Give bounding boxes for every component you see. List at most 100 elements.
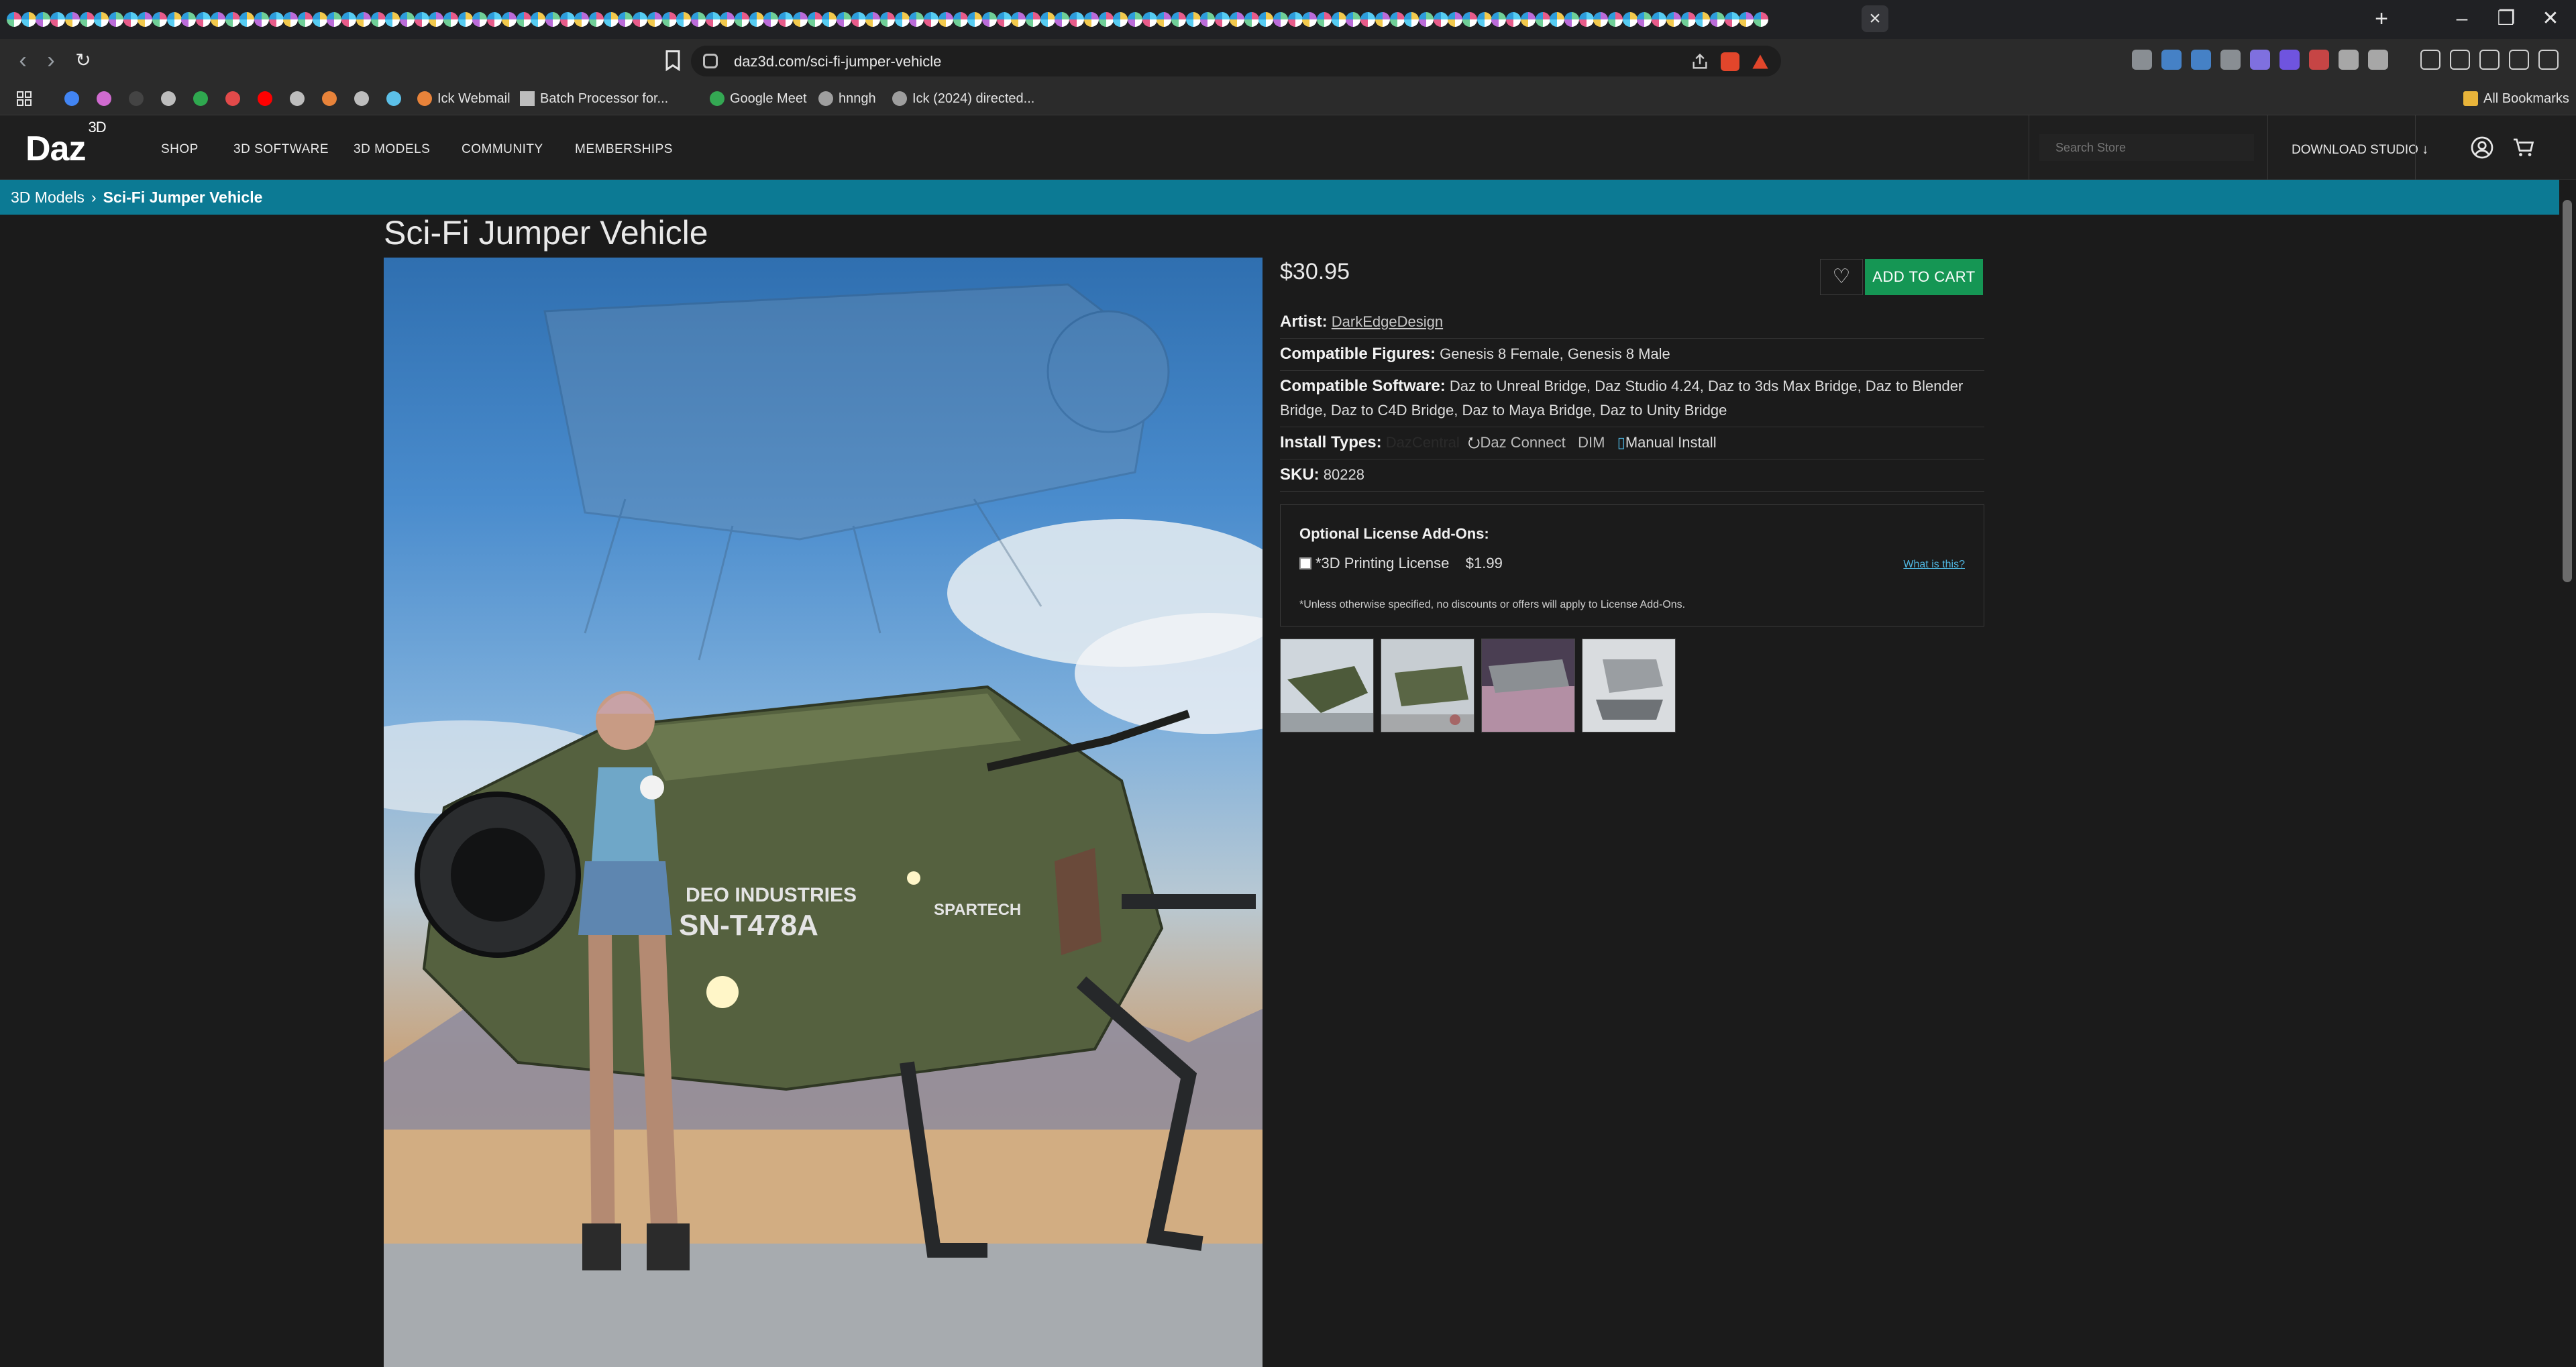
nav-shop[interactable]: SHOP (161, 142, 199, 157)
pinned-tab-icon[interactable] (1709, 12, 1725, 27)
pinned-tab-icon[interactable] (807, 12, 822, 27)
pinned-tab-icon[interactable] (589, 12, 604, 27)
pinned-tab-icon[interactable] (196, 12, 211, 27)
bookmark-favicon[interactable] (64, 90, 85, 107)
scrollbar-thumb[interactable] (2563, 200, 2572, 582)
pinned-tab-icon[interactable] (1477, 12, 1492, 27)
pinned-tab-icon[interactable] (1011, 12, 1026, 27)
pinned-tab-icon[interactable] (94, 12, 109, 27)
bookmark-google-meet[interactable]: Google Meet (710, 90, 807, 107)
pinned-tab-icon[interactable] (138, 12, 153, 27)
pinned-tab-icon[interactable] (429, 12, 444, 27)
pinned-tab-icon[interactable] (1418, 12, 1434, 27)
extension-icon[interactable] (2279, 50, 2300, 70)
pinned-tab-icon[interactable] (239, 12, 255, 27)
pinned-tab-icon[interactable] (792, 12, 808, 27)
nav-memberships[interactable]: MEMBERSHIPS (575, 142, 673, 157)
pinned-tab-icon[interactable] (822, 12, 837, 27)
pinned-tab-icon[interactable] (720, 12, 735, 27)
leo-ai-icon[interactable] (2479, 50, 2500, 70)
pinned-tab-icon[interactable] (1069, 12, 1085, 27)
bookmark-favicon[interactable] (225, 90, 246, 107)
pinned-tab-icon[interactable] (516, 12, 531, 27)
page-scrollbar[interactable] (2559, 180, 2576, 1367)
pinned-tab-icon[interactable] (152, 12, 167, 27)
pinned-tab-icon[interactable] (778, 12, 794, 27)
pinned-tab-icon[interactable] (79, 12, 95, 27)
pinned-tab-icon[interactable] (1622, 12, 1638, 27)
bookmark-page-icon[interactable] (661, 48, 685, 72)
url-text[interactable]: daz3d.com/sci-fi-jumper-vehicle (734, 53, 941, 70)
pinned-tab-icon[interactable] (1652, 12, 1667, 27)
pinned-tab-icon[interactable] (1244, 12, 1259, 27)
pinned-tab-icon[interactable] (1550, 12, 1565, 27)
pinned-tab-icon[interactable] (166, 12, 182, 27)
pinned-tab-icon[interactable] (574, 12, 590, 27)
pinned-tab-icon[interactable] (1200, 12, 1216, 27)
pinned-tab-icon[interactable] (909, 12, 924, 27)
pinned-tab-icon[interactable] (1666, 12, 1681, 27)
bookmark-favicon[interactable] (129, 90, 149, 107)
pinned-tab-icon[interactable] (414, 12, 429, 27)
pinned-tab-icon[interactable] (298, 12, 313, 27)
pinned-tab-icon[interactable] (1695, 12, 1711, 27)
pinned-tab-icon[interactable] (1331, 12, 1346, 27)
wallet-icon[interactable] (2450, 50, 2470, 70)
pinned-tab-icon[interactable] (225, 12, 240, 27)
pinned-tab-icon[interactable] (50, 12, 66, 27)
bookmark-favicon[interactable] (386, 90, 407, 107)
address-bar[interactable]: daz3d.com/sci-fi-jumper-vehicle (691, 46, 1781, 76)
brave-rewards-icon[interactable] (1751, 52, 1770, 71)
pinned-tab-icon[interactable] (1258, 12, 1274, 27)
pinned-tab-icon[interactable] (356, 12, 371, 27)
pinned-tab-icon[interactable] (981, 12, 997, 27)
pinned-tab-icon[interactable] (399, 12, 415, 27)
pinned-tab-icon[interactable] (763, 12, 779, 27)
pinned-tab-icon[interactable] (1026, 12, 1040, 27)
pinned-tab-icon[interactable] (1142, 12, 1157, 27)
pinned-tab-icon[interactable] (1229, 12, 1244, 27)
pinned-tab-icon[interactable] (1098, 12, 1114, 27)
nav-community[interactable]: COMMUNITY (462, 142, 543, 157)
pinned-tab-icon[interactable] (458, 12, 473, 27)
pinned-tab-icon[interactable] (443, 12, 458, 27)
extension-icon[interactable] (2161, 50, 2182, 70)
pinned-tab-icon[interactable] (1317, 12, 1332, 27)
extension-icon[interactable] (2250, 50, 2270, 70)
forward-icon[interactable]: › (38, 47, 64, 74)
thumbnail-4[interactable] (1582, 639, 1676, 732)
pinned-tab-icon[interactable] (1083, 12, 1099, 27)
pinned-tab-icon[interactable] (21, 12, 36, 27)
extension-icon[interactable] (2339, 50, 2359, 70)
pinned-tab-icon[interactable] (559, 12, 575, 27)
pinned-tab-icon[interactable] (370, 12, 386, 27)
pinned-tab-icon[interactable] (1564, 12, 1579, 27)
pinned-tab-icon[interactable] (1680, 12, 1696, 27)
pinned-tab-icon[interactable] (924, 12, 939, 27)
pinned-tab-icon[interactable] (1637, 12, 1652, 27)
extension-icon[interactable] (2220, 50, 2241, 70)
pinned-tab-icon[interactable] (880, 12, 895, 27)
pinned-tab-icon[interactable] (341, 12, 357, 27)
extension-icon[interactable] (2132, 50, 2152, 70)
pinned-tab-icon[interactable] (953, 12, 968, 27)
pinned-tab-icon[interactable] (1389, 12, 1405, 27)
pinned-tab-icon[interactable] (181, 12, 197, 27)
pinned-tab-icon[interactable] (749, 12, 764, 27)
pinned-tab-icon[interactable] (1462, 12, 1477, 27)
pinned-tab-icon[interactable] (938, 12, 953, 27)
bookmark-favicon[interactable] (322, 90, 342, 107)
pinned-tab-icon[interactable] (7, 12, 21, 27)
pinned-tab-icon[interactable] (633, 12, 648, 27)
pinned-tab-icon[interactable] (1360, 12, 1376, 27)
pinned-tab-icon[interactable] (210, 12, 225, 27)
thumbnail-1[interactable] (1280, 639, 1374, 732)
pinned-tab-icon[interactable] (1754, 12, 1768, 27)
pinned-tab-icon[interactable] (254, 12, 269, 27)
download-studio-button[interactable]: DOWNLOAD STUDIO ↓ (2292, 142, 2428, 158)
new-tab-button[interactable]: + (2368, 5, 2395, 32)
site-info-icon[interactable] (703, 54, 718, 68)
thumbnail-3[interactable] (1481, 639, 1575, 732)
brave-shields-icon[interactable] (1721, 52, 1739, 71)
pinned-tab-icon[interactable] (1375, 12, 1390, 27)
